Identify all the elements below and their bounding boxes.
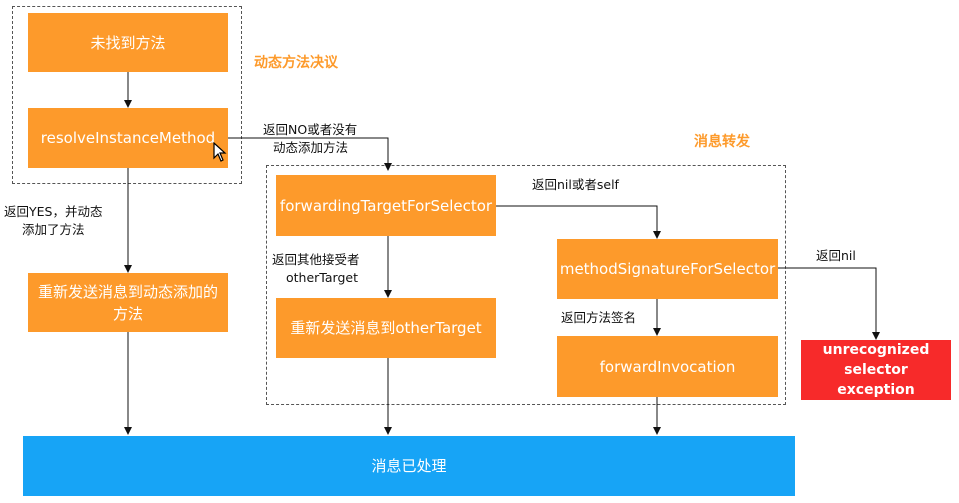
other-target-edge-label-line2: otherTarget [286, 270, 358, 285]
unrecognized-label-line2: selector exception [837, 362, 915, 398]
method-signature-label: methodSignatureForSelector [559, 260, 776, 278]
yes-edge-label: 返回YES，并动态 添加了方法 [4, 203, 102, 239]
mouse-cursor-icon [213, 142, 227, 162]
message-forwarding-title: 消息转发 [694, 134, 750, 150]
forward-invocation-node: forwardInvocation [557, 336, 778, 397]
resend-dynamic-node: 重新发送消息到动态添加的 方法 [28, 273, 228, 332]
dynamic-resolution-title: 动态方法决议 [254, 55, 338, 71]
resolve-instance-method-label: resolveInstanceMethod [40, 129, 216, 147]
nil-self-edge-label: 返回nil或者self [532, 177, 619, 192]
not-found-label: 未找到方法 [90, 33, 166, 52]
resend-other-node: 重新发送消息到otherTarget [276, 298, 496, 358]
not-found-node: 未找到方法 [28, 13, 228, 72]
yes-edge-label-line2: 添加了方法 [21, 222, 85, 237]
resend-dynamic-label-line1: 重新发送消息到动态添加的 [37, 282, 218, 301]
forwarding-target-node: forwardingTargetForSelector [276, 175, 496, 236]
no-edge-label-line1: 返回NO或者没有 [263, 122, 358, 137]
unrecognized-label-line1: unrecognized [822, 342, 930, 358]
edge-signature-exception [778, 267, 880, 340]
signature-edge-label: 返回方法签名 [561, 310, 637, 325]
other-target-edge-label-line1: 返回其他接受者 [272, 252, 360, 267]
method-signature-node: methodSignatureForSelector [557, 239, 778, 299]
message-handled-node: 消息已处理 [23, 436, 795, 496]
no-edge-label-line2: 动态添加方法 [273, 140, 349, 155]
resend-dynamic-label-line2: 方法 [112, 304, 143, 323]
resolve-instance-method-node: resolveInstanceMethod [28, 108, 228, 168]
edge-forwarding-signature [496, 205, 661, 239]
resend-other-label: 重新发送消息到otherTarget [290, 319, 482, 337]
other-target-edge-label: 返回其他接受者 otherTarget [272, 251, 360, 287]
forwarding-target-label: forwardingTargetForSelector [279, 196, 493, 215]
message-handled-label: 消息已处理 [371, 457, 447, 475]
no-edge-label: 返回NO或者没有 动态添加方法 [263, 121, 357, 157]
forward-invocation-label: forwardInvocation [599, 357, 736, 376]
return-nil-edge-label: 返回nil [816, 248, 856, 263]
unrecognized-selector-node: unrecognized selector exception [801, 340, 951, 400]
yes-edge-label-line1: 返回YES，并动态 [4, 204, 103, 219]
